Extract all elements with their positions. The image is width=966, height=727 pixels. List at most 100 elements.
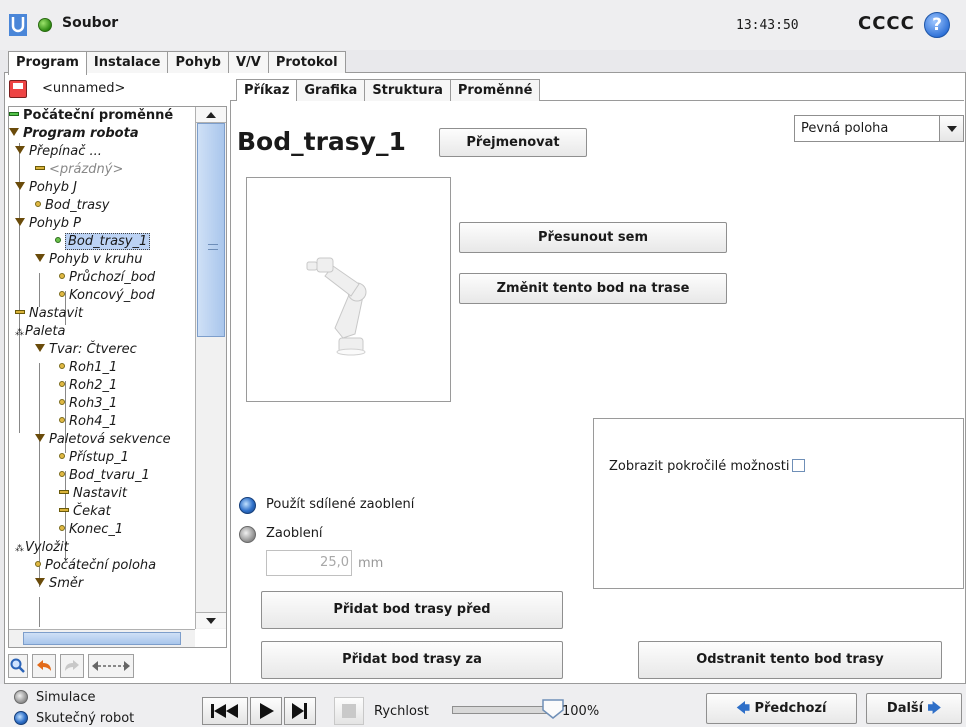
tree-item-label: Roh4_1 [69,414,118,429]
tab-graphics[interactable]: Grafika [296,79,366,101]
tab-io[interactable]: V/V [227,51,269,73]
tree-item-label: Paletová sekvence [49,432,171,447]
previous-button[interactable]: 🡄 Předchozí [706,693,857,724]
tree-item[interactable]: Bod_trasy_1 [55,233,151,251]
robot-preview [246,177,451,402]
tree-item[interactable]: Pohyb P [15,215,81,233]
tree-item[interactable]: Bod_trasy [35,197,110,215]
save-icon[interactable] [9,80,27,98]
position-type-value: Pevná poloha [801,121,889,136]
tab-command[interactable]: Příkaz [236,79,298,101]
tree-item[interactable]: Přístup_1 [59,449,129,467]
tab-program[interactable]: Program [8,51,87,75]
undo-icon[interactable] [32,654,56,678]
stop-icon [342,704,356,718]
next-button[interactable]: Další 🡆 [866,693,962,724]
tree-item[interactable]: <prázdný> [35,161,123,179]
tree-item[interactable]: Koncový_bod [59,287,155,305]
program-tree: Počáteční proměnné Program robota Přepínač… [8,106,227,648]
expand-triangle-icon [35,434,45,442]
skip-back-button[interactable] [202,697,248,725]
tree-item[interactable]: Nastavit [15,305,83,323]
blend-radio[interactable] [239,526,256,543]
waypoint-dot-icon [55,237,61,243]
tree-item-label: Směr [49,576,84,591]
tree-item[interactable]: Program robota [9,125,139,143]
tab-installation[interactable]: Instalace [85,51,169,73]
top-bar: Soubor 13:43:50 CCCC ? [0,0,966,50]
tree-item[interactable]: Počáteční proměnné [9,107,173,125]
simulation-label: Simulace [36,690,96,705]
real-robot-radio[interactable] [14,711,28,725]
shared-blend-label: Použít sdílené zaoblení [266,497,415,512]
tree-item[interactable]: Přepínač ... [15,143,102,161]
tab-log[interactable]: Protokol [267,51,346,73]
waypoint-dot-icon [59,471,65,477]
tree-vertical-scrollbar[interactable] [195,107,226,629]
rename-button[interactable]: Přejmenovat [439,128,587,157]
help-icon[interactable]: ? [924,12,950,38]
tree-item[interactable]: Paletová sekvence [35,431,171,449]
chevron-down-icon[interactable] [939,116,963,141]
position-type-select[interactable]: Pevná poloha [794,115,964,142]
advanced-options-toggle[interactable]: Zobrazit pokročilé možnosti [609,459,806,474]
tab-structure[interactable]: Struktura [364,79,451,101]
tab-move[interactable]: Pohyb [167,51,229,73]
waypoint-dot-icon [59,453,65,459]
tree-horizontal-scrollbar[interactable] [9,629,195,647]
waypoint-dot-icon [59,525,65,531]
tree-scroll-thumb[interactable] [197,123,225,337]
move-here-button[interactable]: Přesunout sem [459,222,727,253]
waypoint-dot-icon [35,561,41,567]
redo-icon[interactable] [60,654,84,678]
clock: 13:43:50 [736,18,799,33]
tree-item[interactable]: Pohyb J [15,179,77,197]
tree-item-label: Roh3_1 [69,396,118,411]
tree-item[interactable]: Roh4_1 [59,413,117,431]
play-button[interactable] [250,697,282,725]
real-robot-label: Skutečný robot [36,711,135,726]
tree-item[interactable]: ⁂ Vyložit [15,539,69,557]
arrow-right-icon: 🡆 [927,701,942,716]
tree-item[interactable]: Směr [35,575,83,593]
tree-item-label: Počáteční proměnné [23,108,174,123]
add-waypoint-before-button[interactable]: Přidat bod trasy před [261,591,563,629]
scroll-up-button[interactable] [196,107,226,123]
shared-blend-radio[interactable] [239,497,256,514]
blend-value-input[interactable]: 25,0 [266,550,352,576]
tree-item[interactable]: Roh2_1 [59,377,117,395]
tree-item-label: Přístup_1 [69,450,129,465]
tree-item[interactable]: Průchozí_bod [59,269,155,287]
tree-item[interactable]: Roh1_1 [59,359,117,377]
tree-item[interactable]: ⁂ Paleta [15,323,65,341]
program-name: <unnamed> [42,81,126,96]
stop-button[interactable] [334,697,364,725]
advanced-options-checkbox[interactable] [792,459,806,472]
scroll-down-button[interactable] [196,612,226,628]
tree-hscroll-thumb[interactable] [23,632,181,645]
arrow-left-icon: 🡄 [736,701,750,716]
tree-item[interactable]: Počáteční poloha [35,557,156,575]
expand-triangle-icon [15,146,25,154]
remove-waypoint-button[interactable]: Odstranit tento bod trasy [638,641,942,679]
step-button[interactable] [284,697,316,725]
tree-item[interactable]: Bod_tvaru_1 [59,467,150,485]
tree-item[interactable]: Tvar: Čtverec [35,341,137,359]
change-waypoint-button[interactable]: Změnit tento bod na trase [459,273,727,304]
tree-item-label: <prázdný> [49,162,124,177]
search-icon[interactable] [8,654,28,678]
blend-unit: mm [358,556,384,571]
tree-item[interactable]: Nastavit [59,485,127,503]
expand-triangle-icon [35,344,45,352]
tree-item[interactable]: Roh3_1 [59,395,117,413]
tree-item[interactable]: Pohyb v kruhu [35,251,143,269]
tree-item[interactable]: Čekat [59,503,111,521]
file-menu[interactable]: Soubor [62,15,118,31]
tree-item[interactable]: Konec_1 [59,521,123,539]
move-arrows-icon[interactable] [88,654,134,678]
waypoint-dot-icon [35,201,41,207]
tree-item-label: Paleta [25,324,66,339]
simulation-radio[interactable] [14,690,28,704]
add-waypoint-after-button[interactable]: Přidat bod trasy za [261,641,563,679]
tab-variables[interactable]: Proměnné [449,79,541,101]
